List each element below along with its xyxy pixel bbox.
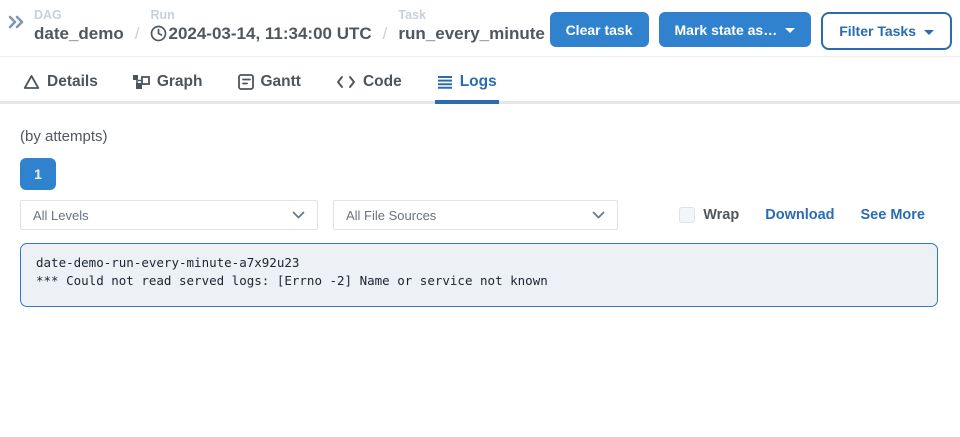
filter-tasks-button[interactable]: Filter Tasks (821, 12, 952, 50)
clear-task-label: Clear task (566, 22, 633, 38)
tab-bar: Details Graph Gantt (0, 57, 960, 104)
log-filter-row: All Levels All File Sources Wrap Downloa… (20, 200, 938, 230)
task-label: Task (398, 8, 544, 22)
chevrons-right-icon[interactable] (6, 12, 26, 32)
dag-label: DAG (34, 8, 124, 22)
warning-triangle-icon (23, 74, 40, 90)
caret-down-icon (785, 28, 795, 33)
gantt-chart-icon (238, 74, 254, 90)
mark-state-label: Mark state as… (675, 22, 778, 38)
clock-icon (150, 25, 167, 42)
mark-state-button[interactable]: Mark state as… (659, 12, 812, 47)
tab-details-label: Details (47, 73, 98, 91)
airflow-task-instance-page: DAG date_demo / Run 2024-03-14, 11:34:00… (0, 0, 960, 437)
tab-graph[interactable]: Graph (131, 69, 205, 104)
logs-panel: (by attempts) 1 All Levels All File Sour… (0, 104, 960, 307)
task-name[interactable]: run_every_minute (398, 22, 544, 45)
tab-details[interactable]: Details (21, 69, 100, 104)
code-brackets-icon (336, 75, 356, 89)
breadcrumb-separator: / (382, 22, 389, 45)
breadcrumb-separator: / (134, 22, 141, 45)
chevron-down-icon (292, 211, 305, 219)
log-level-select[interactable]: All Levels (20, 200, 318, 230)
tab-gantt-label: Gantt (261, 73, 301, 91)
file-source-select[interactable]: All File Sources (333, 200, 618, 230)
tab-code-label: Code (363, 73, 402, 91)
tab-code[interactable]: Code (334, 69, 404, 104)
breadcrumb-run: Run 2024-03-14, 11:34:00 UTC (150, 8, 371, 45)
log-toolbar: Wrap Download See More (679, 207, 925, 223)
tab-gantt[interactable]: Gantt (236, 69, 303, 104)
breadcrumb-dag: DAG date_demo (34, 8, 124, 45)
log-level-value: All Levels (33, 208, 89, 223)
dag-name[interactable]: date_demo (34, 22, 124, 45)
log-line: *** Could not read served logs: [Errno -… (36, 273, 548, 288)
see-more-link[interactable]: See More (861, 207, 925, 223)
chevron-down-icon (592, 211, 605, 219)
run-label: Run (150, 8, 371, 22)
run-timestamp: 2024-03-14, 11:34:00 UTC (168, 22, 371, 45)
by-attempts-label: (by attempts) (20, 128, 938, 145)
header: DAG date_demo / Run 2024-03-14, 11:34:00… (0, 0, 960, 57)
log-text: date-demo-run-every-minute-a7x92u23 *** … (36, 254, 922, 290)
wrap-label: Wrap (703, 207, 739, 223)
header-actions: Clear task Mark state as… Filter Tasks (550, 8, 952, 50)
download-link[interactable]: Download (765, 207, 834, 223)
attempt-1-button[interactable]: 1 (20, 158, 56, 190)
filter-tasks-label: Filter Tasks (839, 23, 916, 39)
clear-task-button[interactable]: Clear task (550, 12, 649, 47)
file-source-value: All File Sources (346, 208, 436, 223)
run-value[interactable]: 2024-03-14, 11:34:00 UTC (150, 22, 371, 45)
tab-graph-label: Graph (157, 73, 203, 91)
breadcrumb-task: Task run_every_minute (398, 8, 544, 45)
log-output-box[interactable]: date-demo-run-every-minute-a7x92u23 *** … (20, 243, 938, 307)
tab-logs-label: Logs (460, 73, 497, 91)
wrap-toggle[interactable]: Wrap (679, 207, 739, 223)
graph-nodes-icon (133, 74, 150, 90)
wrap-checkbox[interactable] (679, 207, 695, 223)
log-lines-icon (437, 75, 453, 89)
tab-logs[interactable]: Logs (435, 69, 499, 104)
breadcrumb: DAG date_demo / Run 2024-03-14, 11:34:00… (34, 8, 545, 45)
caret-down-icon (924, 30, 934, 35)
log-line: date-demo-run-every-minute-a7x92u23 (36, 255, 299, 270)
